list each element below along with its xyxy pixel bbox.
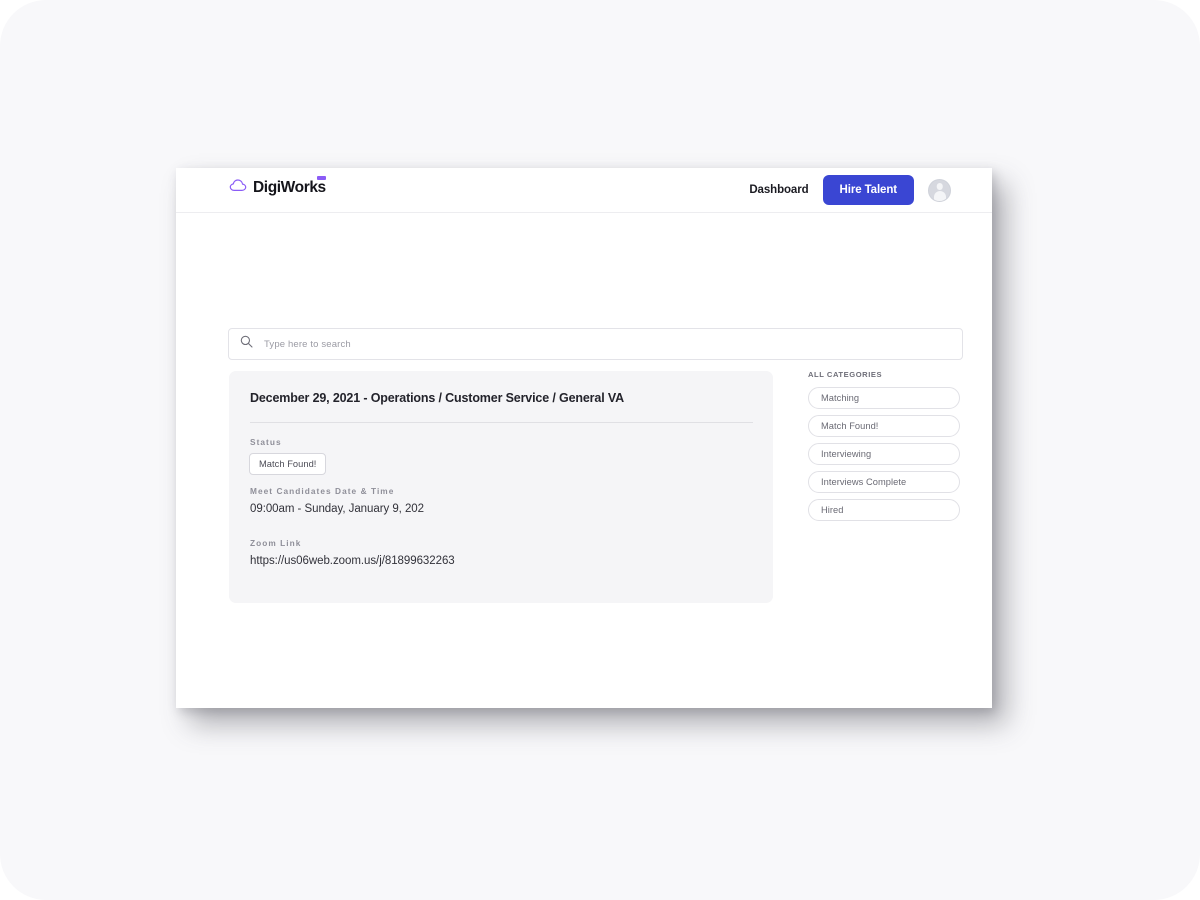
avatar-body-icon (933, 191, 946, 201)
meet-candidates-value: 09:00am - Sunday, January 9, 202 (250, 503, 424, 515)
brand-name: DigiWorks (253, 176, 326, 197)
status-badge[interactable]: Match Found! (249, 453, 327, 475)
brand-name-text: DigiWorks (253, 179, 326, 197)
categories-panel: ALL CATEGORIES Matching Match Found! Inter… (808, 370, 960, 527)
main-content: December 29, 2021 - Operations / Custome… (176, 213, 992, 708)
nav-right-group: Dashboard Hire Talent (749, 168, 951, 212)
hire-talent-button[interactable]: Hire Talent (822, 175, 914, 205)
app-window: DigiWorks Dashboard Hire Talent Type her… (176, 168, 992, 708)
category-filter-match-found[interactable]: Match Found! (808, 415, 960, 437)
avatar-head-icon (936, 183, 943, 190)
category-list: Matching Match Found! Interviewing Intervie… (808, 387, 960, 521)
search-input[interactable] (262, 337, 866, 351)
divider (250, 422, 753, 423)
search-bar[interactable] (228, 328, 963, 360)
brand-logo[interactable]: DigiWorks (229, 176, 326, 197)
status-label: Status (250, 437, 282, 447)
job-card[interactable]: December 29, 2021 - Operations / Custome… (229, 371, 773, 603)
top-navigation-bar: DigiWorks Dashboard Hire Talent (176, 168, 992, 213)
meet-candidates-label: Meet Candidates Date & Time (250, 486, 395, 496)
brand-accent-mark (316, 176, 326, 180)
zoom-link-label: Zoom Link (250, 538, 302, 548)
search-icon (240, 335, 253, 353)
page-canvas: DigiWorks Dashboard Hire Talent Type her… (0, 0, 1200, 900)
category-filter-interviewing[interactable]: Interviewing (808, 443, 960, 465)
zoom-link-value[interactable]: https://us06web.zoom.us/j/81899632263 (250, 555, 455, 567)
category-filter-hired[interactable]: Hired (808, 499, 960, 521)
avatar[interactable] (928, 178, 951, 202)
category-filter-interviews-complete[interactable]: Interviews Complete (808, 471, 960, 493)
category-filter-matching[interactable]: Matching (808, 387, 960, 409)
nav-link-dashboard[interactable]: Dashboard (749, 184, 808, 196)
categories-title: ALL CATEGORIES (808, 370, 883, 379)
cloud-icon (229, 179, 248, 197)
job-card-title: December 29, 2021 - Operations / Custome… (250, 391, 624, 405)
